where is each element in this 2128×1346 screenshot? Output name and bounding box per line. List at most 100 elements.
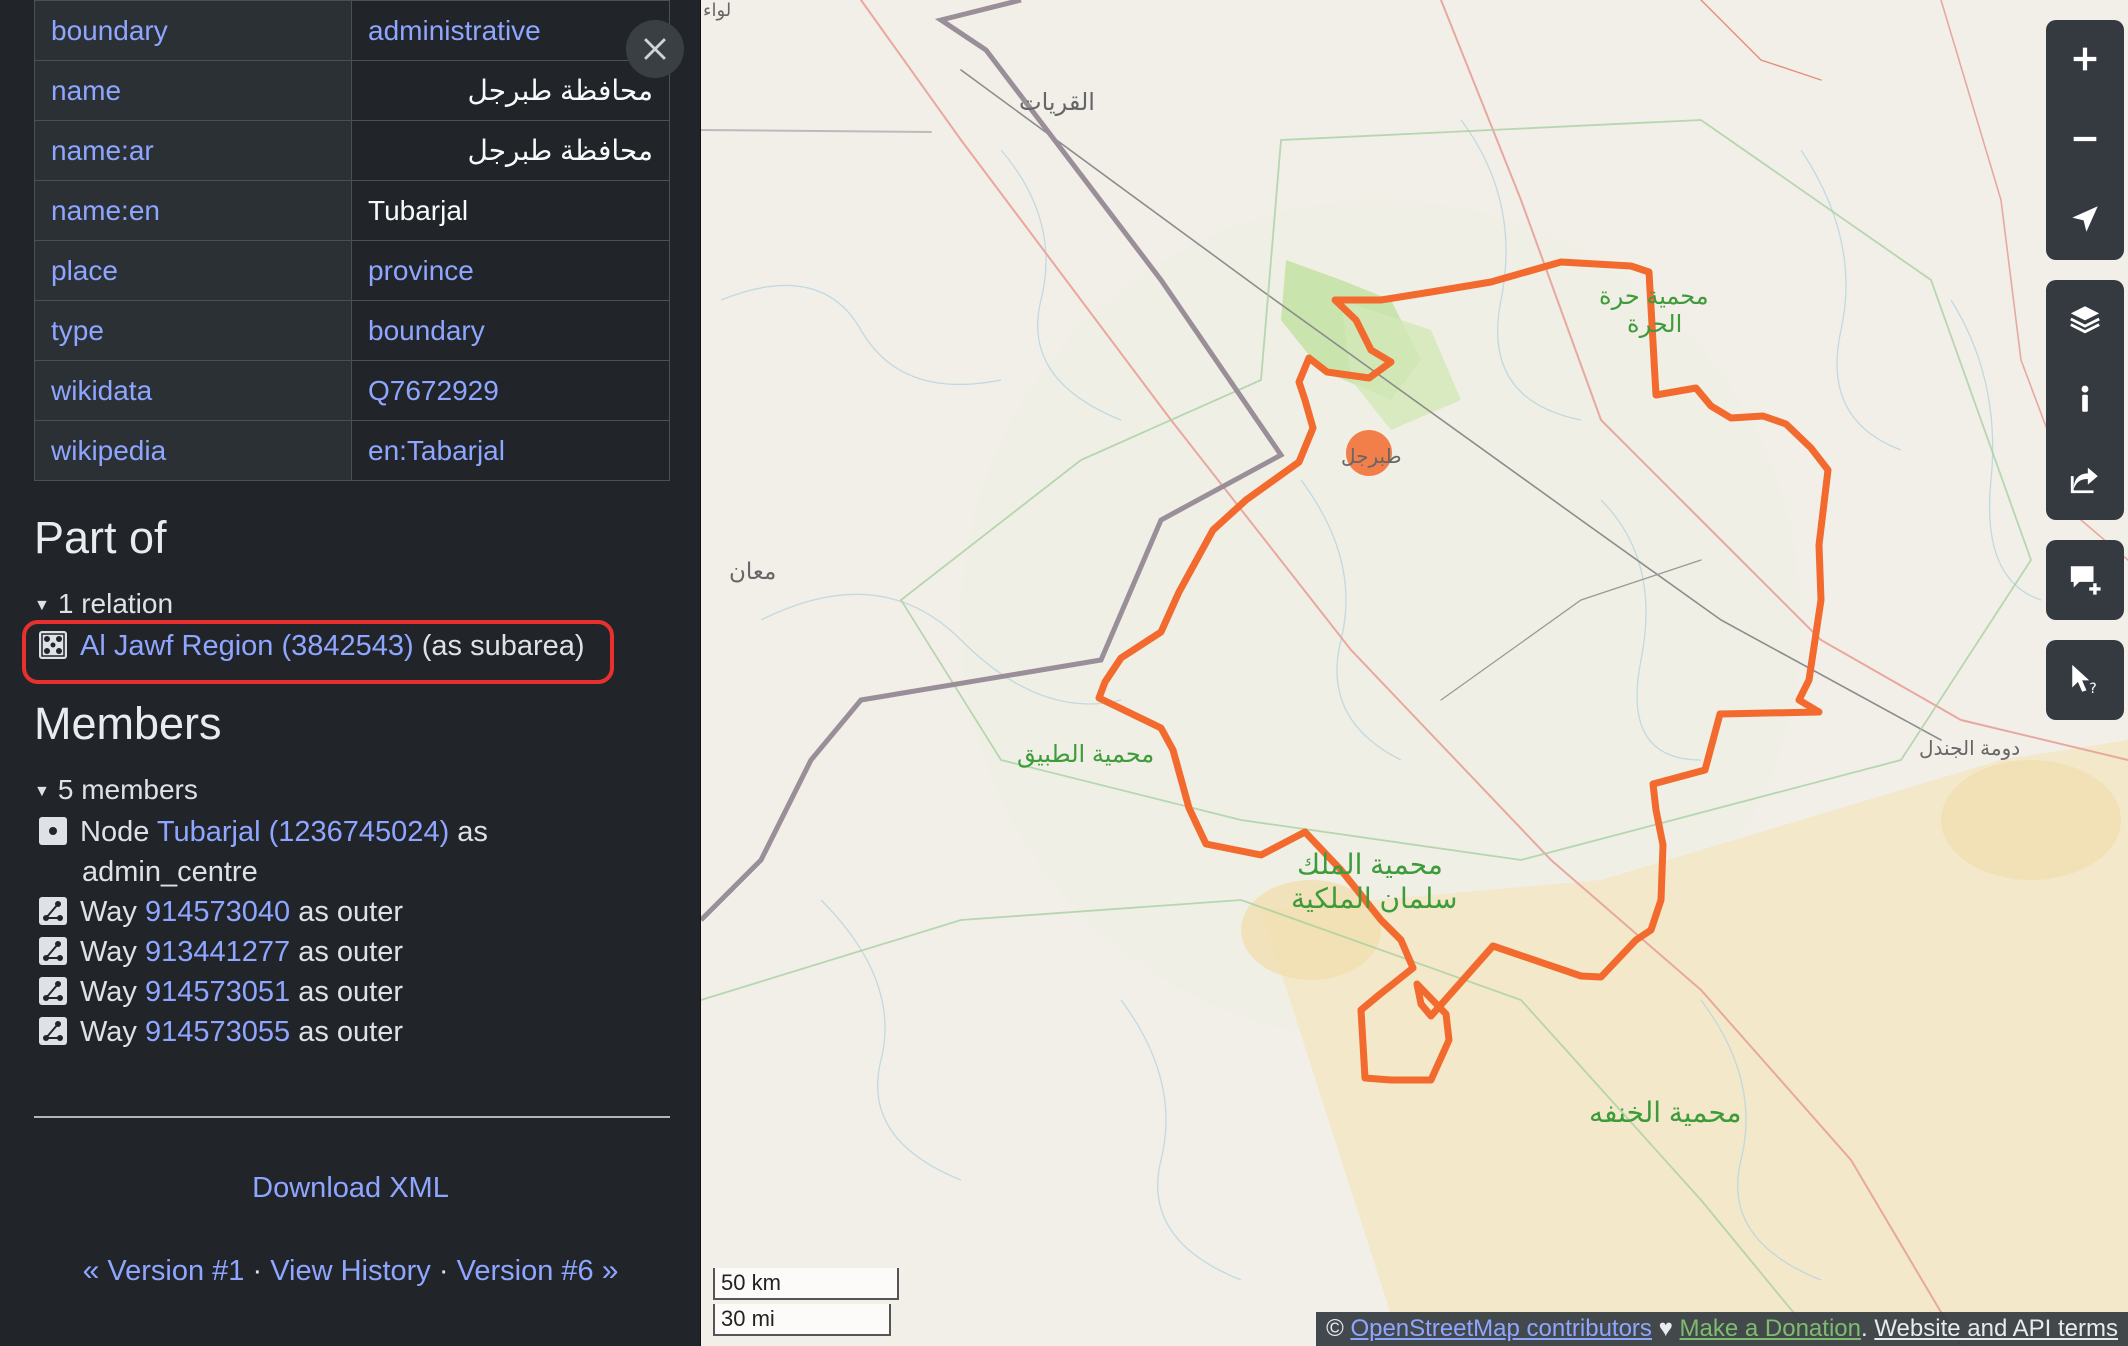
tag-value[interactable]: administrative xyxy=(351,0,670,61)
download-xml-link[interactable]: Download XML xyxy=(252,1172,449,1204)
way-icon xyxy=(39,937,67,965)
map-label-qurayyat: القريات xyxy=(1019,89,1095,116)
tag-row: name:en Tubarjal xyxy=(34,180,670,241)
way-link[interactable]: 914573051 xyxy=(145,976,290,1008)
tag-row: wikidata Q7672929 xyxy=(34,360,670,421)
layers-button[interactable] xyxy=(2046,280,2124,360)
member-way-item: Way 914573055 as outer xyxy=(38,1012,403,1052)
scale-bar-km: 50 km xyxy=(713,1268,899,1300)
tag-key[interactable]: type xyxy=(34,300,352,361)
tag-key[interactable]: wikidata xyxy=(34,360,352,421)
add-note-icon xyxy=(2070,565,2101,595)
close-sidebar-button[interactable] xyxy=(626,20,684,78)
tag-row: name محافظة طبرجل xyxy=(34,60,670,121)
node-icon xyxy=(39,817,67,845)
donate-link[interactable]: Make a Donation xyxy=(1680,1315,1861,1342)
tag-row: boundary administrative xyxy=(34,0,670,61)
members-heading: Members xyxy=(34,698,222,749)
plus-icon xyxy=(2073,47,2097,70)
tag-key[interactable]: name:en xyxy=(34,180,352,241)
member-way-item: Way 914573051 as outer xyxy=(38,972,403,1012)
show-my-location-button[interactable] xyxy=(2046,180,2124,260)
tag-row: wikipedia en:Tabarjal xyxy=(34,420,670,481)
member-way-item: Way 913441277 as outer xyxy=(38,932,403,972)
disclosure-triangle-icon: ▼ xyxy=(34,597,50,614)
part-of-heading: Part of xyxy=(34,512,167,563)
heart-icon: ♥ xyxy=(1651,1315,1680,1342)
tag-row: name:ar محافظة طبرجل xyxy=(34,120,670,181)
node-link[interactable]: Tubarjal (1236745024) xyxy=(157,816,449,848)
map-canvas[interactable] xyxy=(701,0,2128,1346)
map-label-khunfah: محمية الخنفه xyxy=(1589,1097,1742,1128)
highlight-annotation xyxy=(22,620,614,684)
note-controls xyxy=(2046,540,2124,620)
terms-link[interactable]: Website and API terms xyxy=(1874,1315,2118,1342)
map-label-liwa: لواء xyxy=(703,0,732,20)
tag-value[interactable]: province xyxy=(351,240,670,301)
next-version-link[interactable]: Version #6 xyxy=(457,1255,594,1287)
close-icon xyxy=(644,37,666,60)
map-view[interactable]: القريات معان طبرجل محمية حرة الحرة محمية… xyxy=(701,0,2128,1346)
add-note-button[interactable] xyxy=(2046,540,2124,620)
zoom-controls xyxy=(2046,20,2124,260)
way-icon xyxy=(39,1017,67,1045)
attribution-bar: © OpenStreetMap contributors ♥ Make a Do… xyxy=(1316,1312,2128,1346)
query-controls: ? xyxy=(2046,640,2124,720)
info-icon xyxy=(2081,385,2089,412)
map-label-tubarjal: طبرجل xyxy=(1341,446,1402,468)
version-nav: « Version #1 · View History · Version #6… xyxy=(82,1254,619,1287)
tag-value: محافظة طبرجل xyxy=(351,120,670,181)
map-label-harrat-1: محمية حرة xyxy=(1599,283,1709,310)
way-link[interactable]: 913441277 xyxy=(145,936,290,968)
member-node-item: Node Tubarjal (1236745024) as xyxy=(38,812,488,852)
query-features-icon: ? xyxy=(2072,664,2097,697)
tag-key[interactable]: name xyxy=(34,60,352,121)
location-arrow-icon xyxy=(2072,205,2098,232)
way-link[interactable]: 914573040 xyxy=(145,896,290,928)
sidebar: boundary administrative name محافظة طبرجل na… xyxy=(0,0,701,1346)
map-label-harrat-2: الحرة xyxy=(1627,311,1683,338)
map-key-button[interactable] xyxy=(2046,360,2124,440)
divider xyxy=(34,1116,670,1118)
query-features-button[interactable]: ? xyxy=(2046,640,2124,720)
part-of-summary[interactable]: ▼ 1 relation xyxy=(34,588,173,620)
tag-value[interactable]: boundary xyxy=(351,300,670,361)
map-label-tubaiq: محمية الطبيق xyxy=(1017,741,1155,768)
osm-contributors-link[interactable]: OpenStreetMap contributors xyxy=(1350,1315,1652,1342)
tag-row: type boundary xyxy=(34,300,670,361)
disclosure-triangle-icon: ▼ xyxy=(34,783,50,800)
map-label-king-salman-1: محمية الملك xyxy=(1297,849,1443,880)
next-version-arrow-icon[interactable]: » xyxy=(602,1254,619,1287)
tag-key[interactable]: wikipedia xyxy=(34,420,352,481)
view-history-link[interactable]: View History xyxy=(270,1255,431,1287)
share-button[interactable] xyxy=(2046,440,2124,520)
tag-key[interactable]: name:ar xyxy=(34,120,352,181)
svg-text:?: ? xyxy=(2089,681,2097,696)
member-node-role: admin_centre xyxy=(82,856,258,888)
way-link[interactable]: 914573055 xyxy=(145,1016,290,1048)
minus-icon xyxy=(2073,136,2097,141)
prev-version-link[interactable]: Version #1 xyxy=(107,1255,244,1287)
map-label-king-salman-2: سلمان الملكية xyxy=(1291,883,1458,914)
scale-bar-mi: 30 mi xyxy=(713,1304,891,1336)
share-icon xyxy=(2070,467,2098,493)
tag-value: محافظة طبرجل xyxy=(351,60,670,121)
download-xml-row: Download XML xyxy=(0,1172,701,1205)
tags-table: boundary administrative name محافظة طبرجل na… xyxy=(34,0,670,481)
prev-version-arrow-icon[interactable]: « xyxy=(83,1254,100,1287)
zoom-out-button[interactable] xyxy=(2046,100,2124,180)
tag-value: Tubarjal xyxy=(351,180,670,241)
layer-controls xyxy=(2046,280,2124,520)
tag-row: place province xyxy=(34,240,670,301)
zoom-in-button[interactable] xyxy=(2046,20,2124,100)
map-label-dumat: دومة الجندل xyxy=(1919,738,2021,760)
tag-key[interactable]: boundary xyxy=(34,0,352,61)
tag-value[interactable]: en:Tabarjal xyxy=(351,420,670,481)
tag-key[interactable]: place xyxy=(34,240,352,301)
layers-icon xyxy=(2070,305,2100,333)
members-summary[interactable]: ▼ 5 members xyxy=(34,774,198,806)
tag-value[interactable]: Q7672929 xyxy=(351,360,670,421)
map-label-maan: معان xyxy=(729,558,777,584)
way-icon xyxy=(39,897,67,925)
member-way-item: Way 914573040 as outer xyxy=(38,892,403,932)
